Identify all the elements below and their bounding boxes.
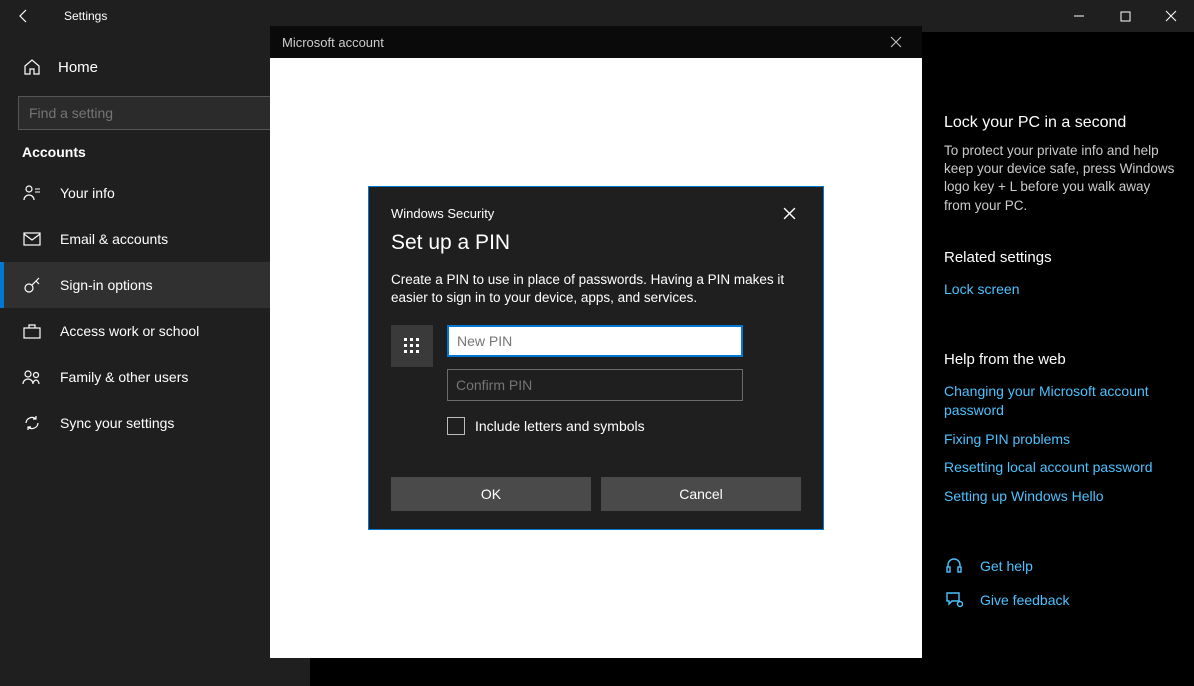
nav-home[interactable]: Home [0,44,310,90]
close-icon [1165,10,1177,22]
help-title: Help from the web [944,351,1180,368]
security-dialog-close[interactable] [777,201,801,225]
keypad-icon [391,325,433,367]
nav-label: Access work or school [60,323,199,339]
nav-your-info[interactable]: Your info [0,170,310,216]
nav-label: Email & accounts [60,231,168,247]
help-link-fix-pin[interactable]: Fixing PIN problems [944,430,1180,449]
ok-button[interactable]: OK [391,477,591,511]
related-settings-title: Related settings [944,249,1180,266]
nav-sign-in-options[interactable]: Sign-in options [0,262,310,308]
close-icon [783,207,796,220]
nav-sync-settings[interactable]: Sync your settings [0,400,310,446]
nav-email-accounts[interactable]: Email & accounts [0,216,310,262]
nav-label: Sign-in options [60,277,153,293]
get-help-link[interactable]: Get help [980,557,1033,576]
give-feedback-row[interactable]: Give feedback [944,590,1180,610]
cancel-button[interactable]: Cancel [601,477,801,511]
close-button[interactable] [1148,0,1194,32]
security-dialog-label: Windows Security [391,206,494,221]
new-pin-input[interactable] [447,325,743,357]
security-dialog-description: Create a PIN to use in place of password… [391,271,801,307]
nav-access-work-school[interactable]: Access work or school [0,308,310,354]
section-title: Accounts [0,144,310,160]
ms-modal-title: Microsoft account [282,35,384,50]
sidebar: Home Accounts Your info Email & accounts… [0,32,310,686]
feedback-icon [944,590,964,610]
person-icon [22,183,42,203]
help-link-reset-local[interactable]: Resetting local account password [944,458,1180,477]
back-button[interactable] [0,0,48,32]
maximize-button[interactable] [1102,0,1148,32]
mail-icon [22,229,42,249]
include-letters-label: Include letters and symbols [475,418,645,434]
back-arrow-icon [16,8,32,24]
minimize-icon [1073,10,1085,22]
lock-text: To protect your private info and help ke… [944,142,1180,215]
home-icon [22,57,42,77]
nav-family-users[interactable]: Family & other users [0,354,310,400]
minimize-button[interactable] [1056,0,1102,32]
ms-modal-close[interactable] [882,28,910,56]
key-icon [22,275,42,295]
people-icon [22,367,42,387]
window-title: Settings [64,9,107,23]
get-help-row[interactable]: Get help [944,556,1180,576]
nav-label: Family & other users [60,369,188,385]
nav-label: Your info [60,185,115,201]
confirm-pin-input[interactable] [447,369,743,401]
briefcase-icon [22,321,42,341]
help-link-windows-hello[interactable]: Setting up Windows Hello [944,487,1180,506]
windows-security-dialog: Windows Security Set up a PIN Create a P… [368,186,824,530]
close-icon [890,36,902,48]
lock-screen-link[interactable]: Lock screen [944,280,1180,299]
sync-icon [22,413,42,433]
nav-home-label: Home [58,59,98,76]
include-letters-checkbox[interactable] [447,417,465,435]
lock-heading: Lock your PC in a second [944,114,1180,132]
right-column: Lock your PC in a second To protect your… [944,114,1180,624]
maximize-icon [1120,11,1131,22]
nav-label: Sync your settings [60,415,174,431]
give-feedback-link[interactable]: Give feedback [980,591,1070,610]
headset-icon [944,556,964,576]
search-input[interactable] [18,96,292,130]
help-link-account-password[interactable]: Changing your Microsoft account password [944,382,1180,420]
security-dialog-heading: Set up a PIN [391,231,801,255]
